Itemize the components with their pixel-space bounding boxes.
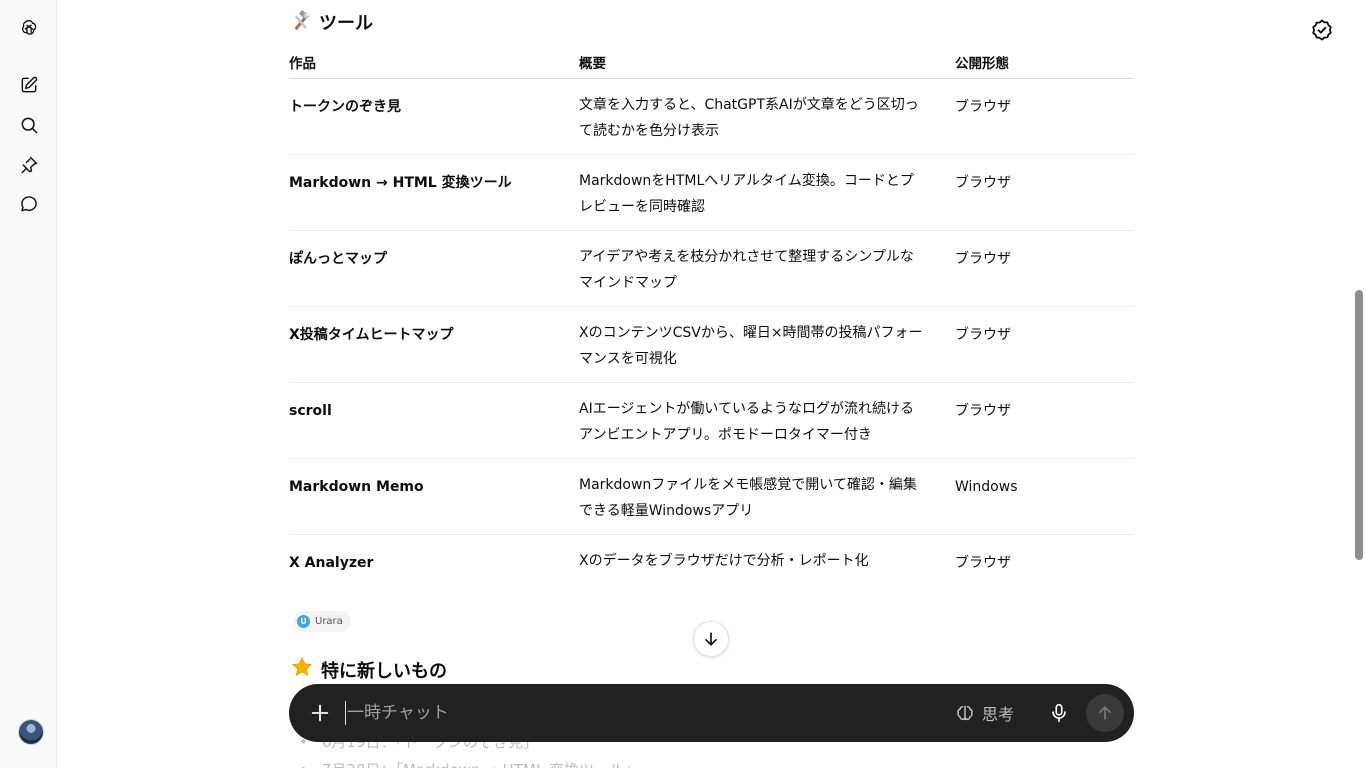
star-icon [291,656,313,683]
check-badge-icon[interactable] [1310,18,1334,42]
text-caret [345,701,346,725]
row-form: ブラウザ [955,554,1011,571]
row-form: ブラウザ [955,306,1134,383]
section-title: ツール [319,13,373,34]
row-form: ブラウザ [955,230,1134,307]
sidebar [0,0,57,768]
list-item: 7月28日：「Markdown → HTML 変換ツール」 [299,756,639,768]
row-desc: Xのデータをブラウザだけで分析・レポート化 [579,552,869,569]
row-name: トークンのぞき見 [289,78,579,155]
think-button[interactable]: 思考 [955,699,1014,727]
table-header-row: 作品 概要 公開形態 [289,46,1134,79]
row-name: ぽんっとマップ [289,230,579,307]
dictate-button[interactable] [1045,699,1073,727]
chat-bubble-icon[interactable] [14,189,44,219]
table-header-work: 作品 [289,46,579,79]
source-avatar: U [297,615,310,628]
avatar[interactable] [18,719,44,745]
scroll-to-bottom-button[interactable] [693,621,729,657]
section-heading-tools: ツール [289,9,373,35]
microphone-icon [1052,703,1066,723]
table-row: X Analyzer Xのデータをブラウザだけで分析・レポート化 ブラウザ [289,534,1134,594]
row-name: Markdown Memo [289,458,579,535]
row-form: ブラウザ [955,78,1134,155]
row-name: X投稿タイムヒートマップ [289,306,579,383]
row-desc: Markdownファイルをメモ帳感覚で開いて確認・編集できる軽量Windowsア… [579,476,917,519]
brain-icon [957,705,973,721]
openai-logo-icon[interactable] [14,13,44,43]
source-label: Urara [315,616,343,627]
table-row: ぽんっとマップ アイデアや考えを枝分かれさせて整理するシンプルなマインドマップ … [289,230,1134,307]
table-header-summary: 概要 [579,46,955,79]
table-header-form: 公開形態 [955,46,1134,79]
think-label: 思考 [982,705,1015,724]
row-desc: XのコンテンツCSVから、曜日×時間帯の投稿パフォーマンスを可視化 [579,324,923,367]
row-form: ブラウザ [955,154,1134,231]
section-heading-new: 特に新しいもの [291,656,447,683]
scrollbar-thumb[interactable] [1355,290,1363,560]
row-form: Windows [955,458,1134,535]
table-row: Markdown → HTML 変換ツール MarkdownをHTMLへリアルタ… [289,154,1134,231]
edit-icon[interactable] [14,70,44,100]
row-desc: AIエージェントが働いているようなログが流れ続けるアンビエントアプリ。ポモドーロ… [579,400,915,443]
row-name: Markdown → HTML 変換ツール [289,154,579,231]
plus-icon [311,704,329,722]
tools-table: 作品 概要 公開形態 トークンのぞき見 文章を入力すると、ChatGPT系AIが… [289,46,1134,594]
send-button[interactable] [1086,694,1124,732]
pin-icon[interactable] [14,150,44,180]
row-desc: 文章を入力すると、ChatGPT系AIが文章をどう区切って読むかを色分け表示 [579,96,919,139]
composer: 一時チャット 思考 [289,684,1134,742]
source-chip[interactable]: U Urara [293,611,351,632]
section2-title: 特に新しいもの [321,660,447,682]
row-desc: MarkdownをHTMLへリアルタイム変換。コードとプレビューを同時確認 [579,172,914,215]
table-row: X投稿タイムヒートマップ XのコンテンツCSVから、曜日×時間帯の投稿パフォーマ… [289,306,1134,383]
hammer-wrench-icon [289,10,313,34]
row-desc: アイデアや考えを枝分かれさせて整理するシンプルなマインドマップ [579,248,914,291]
row-name: X Analyzer [289,554,374,571]
search-icon[interactable] [14,110,44,140]
table-row: トークンのぞき見 文章を入力すると、ChatGPT系AIが文章をどう区切って読む… [289,78,1134,155]
table-row: scroll AIエージェントが働いているようなログが流れ続けるアンビエントアプ… [289,382,1134,459]
arrow-up-icon [1099,706,1111,720]
arrow-down-icon [705,632,717,646]
add-attachment-button[interactable] [306,699,334,727]
table-row: Markdown Memo Markdownファイルをメモ帳感覚で開いて確認・編… [289,458,1134,535]
row-name: scroll [289,382,579,459]
prompt-input[interactable]: 一時チャット [347,701,449,725]
row-form: ブラウザ [955,382,1134,459]
